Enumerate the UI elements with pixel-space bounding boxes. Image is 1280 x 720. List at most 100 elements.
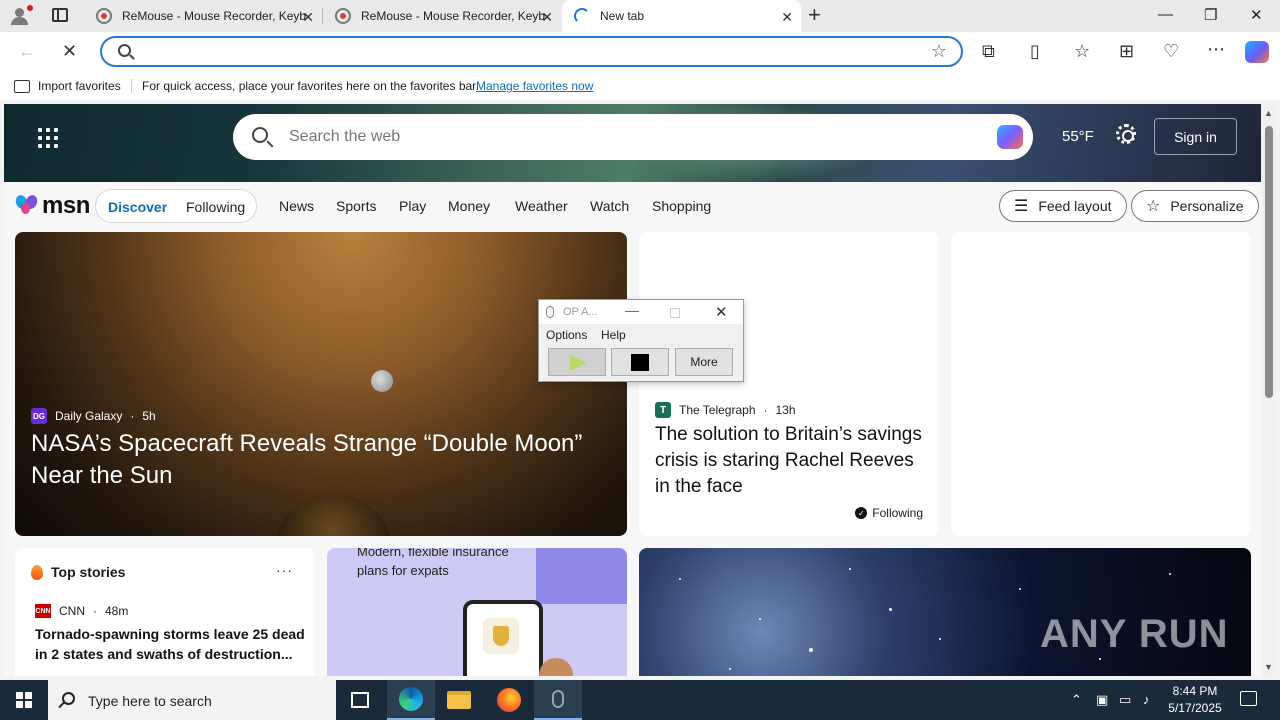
scroll-thumb[interactable] xyxy=(1265,126,1273,398)
copilot-icon[interactable] xyxy=(1245,41,1269,63)
taskbar-remouse[interactable] xyxy=(534,680,582,720)
close-tab-icon[interactable]: ✕ xyxy=(302,9,314,26)
network-icon[interactable]: ▭ xyxy=(1119,692,1131,708)
mouse-icon xyxy=(552,690,564,708)
system-clock[interactable]: 8:44 PM 5/17/2025 xyxy=(1160,683,1230,717)
feed-layout-label: Feed layout xyxy=(1038,198,1112,214)
browser-essentials-icon[interactable]: ♡ xyxy=(1163,42,1179,60)
browser-toolbar: ← ✕ ☆ ⧉ ▯ ☆ ⊞ ♡ ⋯ xyxy=(0,32,1280,72)
nav-money[interactable]: Money xyxy=(448,198,490,214)
firefox-icon xyxy=(497,688,521,712)
nav-sports[interactable]: Sports xyxy=(336,198,376,214)
flame-icon xyxy=(31,564,43,580)
new-tab-button[interactable]: + xyxy=(808,4,821,26)
favorite-star-icon[interactable]: ☆ xyxy=(931,41,947,62)
nav-shopping[interactable]: Shopping xyxy=(652,198,711,214)
copilot-icon[interactable] xyxy=(997,125,1023,149)
following-badge[interactable]: ✓ Following xyxy=(855,506,923,520)
device-icon[interactable]: ▣ xyxy=(1096,692,1108,708)
close-tab-icon[interactable]: ✕ xyxy=(781,9,793,26)
telegraph-story-card[interactable]: T The Telegraph · 13h The solution to Br… xyxy=(639,232,939,536)
split-screen-icon[interactable]: ▯ xyxy=(1030,42,1040,60)
tab-title: ReMouse - Mouse Recorder, Keyb xyxy=(361,9,546,23)
taskbar-search[interactable]: Type here to search xyxy=(48,680,336,720)
msn-logo[interactable]: msn xyxy=(13,192,90,220)
page-scrollbar[interactable]: ▲ ▼ xyxy=(1262,104,1276,676)
notifications-icon[interactable] xyxy=(1240,691,1257,706)
nav-play[interactable]: Play xyxy=(399,198,426,214)
tab-actions-icon[interactable] xyxy=(52,8,68,22)
moon-image xyxy=(371,370,393,392)
back-arrow-icon[interactable]: ← xyxy=(18,42,36,60)
scroll-down-icon[interactable]: ▼ xyxy=(1264,662,1273,672)
menu-help[interactable]: Help xyxy=(601,328,626,342)
minimize-button[interactable]: — xyxy=(625,302,639,318)
favorites-icon[interactable]: ☆ xyxy=(1074,42,1090,60)
loading-spinner-icon xyxy=(574,8,590,24)
windows-taskbar: Type here to search ⌃ ▣ ▭ ♪ 8:44 PM 5/17… xyxy=(0,680,1280,720)
tab-remouse-2[interactable]: ReMouse - Mouse Recorder, Keyb ✕ xyxy=(323,0,561,32)
window-titlebar[interactable]: OP A... — ✕ xyxy=(539,300,743,324)
stop-loading-icon[interactable]: ✕ xyxy=(62,42,77,60)
more-menu-icon[interactable]: ⋯ xyxy=(1207,40,1225,58)
more-button[interactable]: More xyxy=(675,348,733,376)
weather-temperature[interactable]: 55°F xyxy=(1062,128,1094,145)
telegraph-logo-icon: T xyxy=(655,402,671,418)
story-source: T The Telegraph · 13h xyxy=(655,402,796,418)
feed-layout-button[interactable]: ☰ Feed layout xyxy=(999,190,1127,222)
close-window-button[interactable]: ✕ xyxy=(1250,6,1263,24)
windows-start-icon[interactable] xyxy=(16,692,32,708)
story-headline[interactable]: The solution to Britain’s savings crisis… xyxy=(655,422,925,500)
msn-nav: msn Discover Following News Sports Play … xyxy=(4,182,1261,232)
collections-icon[interactable]: ⊞ xyxy=(1119,42,1134,60)
source-name: CNN xyxy=(59,604,85,618)
more-options-icon[interactable]: ··· xyxy=(276,562,293,578)
tab-discover[interactable]: Discover xyxy=(108,199,167,215)
gear-icon[interactable] xyxy=(1116,124,1136,144)
edge-icon xyxy=(399,687,423,711)
tab-bar: ReMouse - Mouse Recorder, Keyb ✕ ReMouse… xyxy=(0,0,1280,32)
nav-news[interactable]: News xyxy=(279,198,314,214)
nav-watch[interactable]: Watch xyxy=(590,198,629,214)
close-button[interactable]: ✕ xyxy=(715,303,728,321)
site-favicon-icon xyxy=(96,8,112,24)
minimize-button[interactable]: — xyxy=(1158,6,1173,23)
show-hidden-icons[interactable]: ⌃ xyxy=(1071,692,1082,708)
personalize-button[interactable]: ☆ Personalize xyxy=(1131,190,1259,222)
mouse-icon xyxy=(546,306,554,318)
tab-remouse-1[interactable]: ReMouse - Mouse Recorder, Keyb ✕ xyxy=(84,0,322,32)
ad-card[interactable]: Modern, flexible insurance plans for exp… xyxy=(327,548,627,676)
close-tab-icon[interactable]: ✕ xyxy=(541,9,553,26)
taskbar-firefox[interactable] xyxy=(485,680,533,720)
sign-in-button[interactable]: Sign in xyxy=(1154,118,1237,155)
extensions-icon[interactable]: ⧉ xyxy=(982,42,995,60)
sparkle-icon: ☆ xyxy=(1146,198,1161,215)
stop-button[interactable] xyxy=(611,348,669,376)
nav-weather[interactable]: Weather xyxy=(515,198,568,214)
tab-title: ReMouse - Mouse Recorder, Keyb xyxy=(122,9,307,23)
play-button[interactable] xyxy=(548,348,606,376)
import-favorites-button[interactable]: Import favorites xyxy=(14,79,121,93)
taskbar-file-explorer[interactable] xyxy=(435,680,483,720)
profile-icon[interactable] xyxy=(8,5,34,27)
web-search-box[interactable]: Search the web xyxy=(233,114,1033,160)
tab-new-tab[interactable]: New tab ✕ xyxy=(562,0,801,32)
address-bar[interactable]: ☆ xyxy=(100,36,963,67)
restore-button[interactable]: ❐ xyxy=(1204,6,1217,24)
volume-icon[interactable]: ♪ xyxy=(1143,692,1150,707)
story-source: DG Daily Galaxy · 5h xyxy=(31,408,156,424)
manage-favorites-link[interactable]: Manage favorites now xyxy=(476,79,593,93)
taskbar-edge[interactable] xyxy=(387,680,435,720)
task-view-button[interactable] xyxy=(336,680,384,720)
story-headline[interactable]: NASA’s Spacecraft Reveals Strange “Doubl… xyxy=(31,428,611,492)
app-launcher-icon[interactable] xyxy=(38,128,58,148)
maximize-button[interactable] xyxy=(670,308,680,318)
scroll-up-icon[interactable]: ▲ xyxy=(1264,108,1273,118)
story-headline[interactable]: Tornado-spawning storms leave 25 dead in… xyxy=(35,624,305,664)
taskbar-search-placeholder: Type here to search xyxy=(88,693,212,709)
menu-options[interactable]: Options xyxy=(546,328,587,342)
top-stories-title: Top stories xyxy=(51,564,126,580)
tab-following[interactable]: Following xyxy=(186,199,245,215)
import-favorites-label: Import favorites xyxy=(38,79,121,93)
feature-story-card[interactable]: DG Daily Galaxy · 5h NASA’s Spacecraft R… xyxy=(15,232,627,536)
